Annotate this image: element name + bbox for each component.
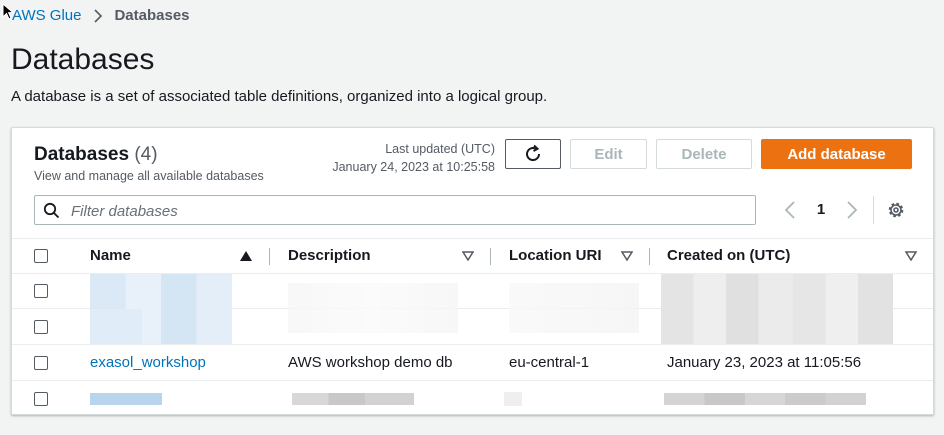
column-header-location-uri[interactable]: Location URI	[509, 239, 602, 273]
breadcrumb: AWS Glue Databases	[12, 7, 190, 24]
sort-ascending-icon[interactable]	[240, 251, 252, 261]
panel-title-text: Databases	[34, 144, 130, 165]
column-header-description[interactable]: Description	[288, 239, 371, 273]
column-divider	[649, 248, 650, 265]
redacted-location-blur	[509, 283, 639, 333]
panel-subtitle: View and manage all available databases	[34, 169, 264, 183]
chevron-right-icon	[94, 8, 103, 23]
add-database-button[interactable]: Add database	[761, 139, 912, 169]
sort-caret-down-icon[interactable]	[621, 251, 633, 261]
redacted-description-blur	[292, 393, 414, 405]
column-header-name[interactable]: Name	[90, 239, 131, 273]
redacted-location-blur	[504, 392, 522, 406]
select-all-checkbox[interactable]	[34, 249, 48, 263]
filter-box	[34, 195, 756, 225]
database-created-on: January 23, 2023 at 11:05:56	[667, 354, 862, 371]
gear-icon[interactable]	[886, 200, 906, 220]
last-updated-label: Last updated (UTC)	[385, 142, 495, 156]
row-checkbox[interactable]	[34, 356, 48, 370]
sort-caret-down-icon[interactable]	[462, 251, 474, 261]
edit-button[interactable]: Edit	[570, 139, 647, 169]
next-page-icon[interactable]	[845, 199, 859, 221]
last-updated: Last updated (UTC) January 24, 2023 at 1…	[332, 140, 495, 176]
databases-panel: Databases (4) View and manage all availa…	[11, 127, 934, 415]
table-header: Name Description Location URI Created on…	[12, 238, 933, 274]
table-row[interactable]: exasol_workshop AWS workshop demo db eu-…	[12, 345, 933, 381]
pagination-divider	[873, 196, 874, 224]
page-number[interactable]: 1	[814, 199, 828, 221]
column-divider	[490, 248, 491, 265]
database-location-uri: eu-central-1	[509, 354, 590, 371]
database-count: (4)	[134, 144, 158, 165]
page-description: A database is a set of associated table …	[11, 88, 548, 105]
redacted-name-blur	[90, 309, 142, 344]
database-name-link[interactable]: exasol_workshop	[90, 345, 206, 380]
page-title: Databases	[11, 43, 155, 76]
refresh-icon	[526, 144, 541, 162]
redacted-created-blur	[664, 393, 866, 405]
row-checkbox[interactable]	[34, 284, 48, 298]
delete-button[interactable]: Delete	[656, 139, 752, 169]
filter-databases-input[interactable]	[69, 200, 743, 222]
column-header-created-on[interactable]: Created on (UTC)	[667, 239, 790, 273]
redacted-created-blur	[661, 274, 893, 344]
last-updated-value: January 24, 2023 at 10:25:58	[332, 160, 495, 174]
refresh-button[interactable]	[505, 139, 561, 169]
search-icon	[43, 202, 60, 219]
redacted-description-blur	[288, 283, 458, 333]
breadcrumb-current: Databases	[114, 7, 190, 24]
row-checkbox[interactable]	[34, 320, 48, 334]
sort-caret-down-icon[interactable]	[905, 251, 917, 261]
database-description: AWS workshop demo db	[288, 354, 453, 371]
panel-title: Databases (4)	[34, 144, 158, 166]
row-checkbox[interactable]	[34, 392, 48, 406]
column-divider	[269, 248, 270, 265]
breadcrumb-link-aws-glue[interactable]: AWS Glue	[12, 7, 81, 24]
previous-page-icon[interactable]	[783, 199, 797, 221]
redacted-name-blur	[90, 393, 162, 405]
